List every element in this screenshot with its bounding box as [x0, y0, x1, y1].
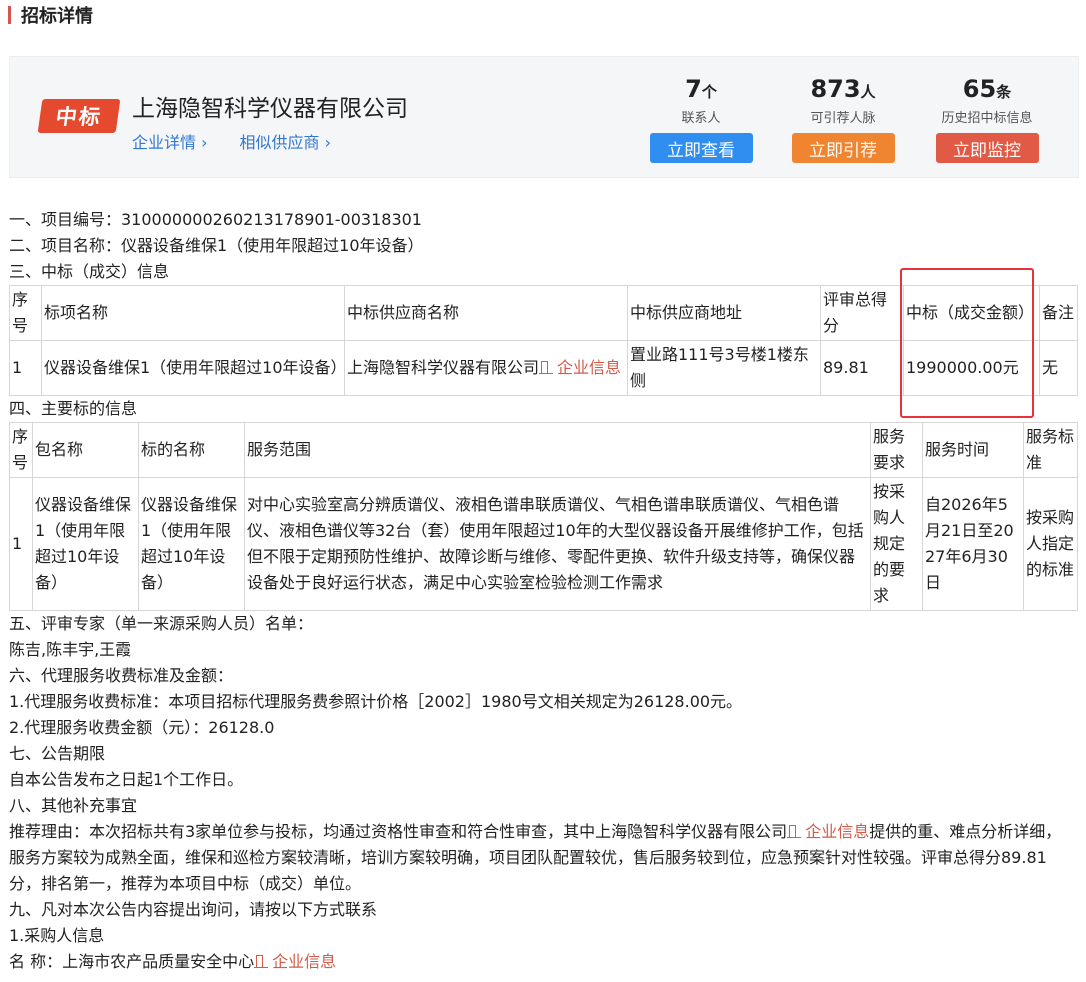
reason-text-pre: 推荐理由：本次招标共有3家单位参与投标，均通过资格性审查和符合性审查，其中上海隐…	[9, 822, 788, 841]
col-header: 序号	[9, 285, 42, 341]
stat-history-unit: 条	[996, 83, 1012, 101]
stat-history-label: 历史招中标信息	[941, 111, 1033, 126]
col-header: 包名称	[32, 422, 139, 478]
targets-table: 序号 包名称 标的名称 服务范围 服务要求 服务时间 服务标准 1 仪器设备维保…	[9, 422, 1078, 611]
cell-address: 置业路111号3号楼1楼东侧	[627, 340, 821, 396]
stat-network-label: 可引荐人脉	[810, 111, 876, 126]
col-header: 标的名称	[138, 422, 245, 478]
col-header: 备注	[1039, 285, 1078, 341]
expert-names: 陈吉,陈丰宇,王霞	[9, 640, 132, 659]
award-table: 序号 标项名称 中标供应商名称 中标供应商地址 评审总得分 中标（成交金额） 备…	[9, 285, 1078, 396]
cell-no: 1	[9, 477, 33, 611]
supplier-enterprise-link[interactable]: 企业信息	[539, 358, 621, 377]
view-now-button[interactable]: 立即查看	[649, 133, 753, 163]
buyer-name-line: 名 称：上海市农产品质量安全中心 企业信息	[9, 949, 1077, 975]
monitor-now-button[interactable]: 立即监控	[935, 133, 1039, 163]
project-number: 一、项目编号：310000000260213178901-00318301	[9, 210, 422, 229]
cell-remark: 无	[1039, 340, 1078, 396]
stat-contacts-label: 联系人	[681, 111, 721, 126]
section-experts: 五、评审专家（单一来源采购人员）名单：	[9, 614, 314, 633]
col-header: 评审总得分	[820, 285, 904, 341]
buyer-name: 名 称：上海市农产品质量安全中心	[9, 952, 255, 971]
company-detail-link[interactable]: 企业详情 ›	[132, 129, 208, 153]
cell-package: 仪器设备维保1（使用年限超过10年设备）	[32, 477, 139, 611]
building-icon	[539, 360, 554, 374]
section-contact: 九、凡对本次公告内容提出询问，请按以下方式联系	[9, 900, 378, 919]
page-header: 招标详情	[0, 0, 93, 30]
buyer-enterprise-link[interactable]: 企业信息	[254, 952, 336, 971]
cell-supplier: 上海隐智科学仪器有限公司 企业信息	[344, 340, 628, 396]
stat-network: 873人 可引荐人脉 立即引荐	[778, 75, 908, 163]
table-header-row: 序号 标项名称 中标供应商名称 中标供应商地址 评审总得分 中标（成交金额） 备…	[9, 285, 1078, 341]
section-other-matters: 八、其他补充事宜	[9, 796, 138, 815]
title-accent-bar	[8, 6, 11, 24]
reason-enterprise-link[interactable]: 企业信息	[787, 822, 869, 841]
col-header: 服务时间	[922, 422, 1024, 478]
col-header: 服务标准	[1023, 422, 1078, 478]
page-title: 招标详情	[21, 6, 93, 27]
cell-service-time: 自2026年5月21日至2027年6月30日	[922, 477, 1024, 611]
similar-suppliers-link[interactable]: 相似供应商 ›	[240, 129, 332, 153]
building-icon	[254, 954, 269, 968]
table-row: 1 仪器设备维保1（使用年限超过10年设备） 仪器设备维保1（使用年限超过10年…	[9, 477, 1078, 611]
recommendation-reason: 推荐理由：本次招标共有3家单位参与投标，均通过资格性审查和符合性审查，其中上海隐…	[9, 819, 1077, 897]
enterprise-link-label: 企业信息	[557, 358, 622, 377]
fee-standard: 1.代理服务收费标准：本项目招标代理服务费参照计价格［2002］1980号文相关…	[9, 692, 743, 711]
table-header-row: 序号 包名称 标的名称 服务范围 服务要求 服务时间 服务标准	[9, 422, 1078, 478]
company-links: 企业详情 › 相似供应商 ›	[132, 129, 331, 153]
section-main-targets: 四、主要标的信息	[9, 399, 138, 418]
cell-scope: 对中心实验室高分辨质谱仪、液相色谱串联质谱仪、气相色谱串联质谱仪、气相色谱仪、液…	[244, 477, 871, 611]
winner-card: 中标 上海隐智科学仪器有限公司 企业详情 › 相似供应商 › 7个 联系人 立即…	[9, 56, 1079, 178]
stat-history-value: 65	[962, 75, 997, 103]
stat-contacts: 7个 联系人 立即查看	[636, 75, 766, 163]
stat-network-unit: 人	[860, 83, 876, 101]
col-header: 服务范围	[244, 422, 871, 478]
cell-target: 仪器设备维保1（使用年限超过10年设备）	[138, 477, 245, 611]
stat-contacts-unit: 个	[701, 83, 717, 101]
col-header: 标项名称	[41, 285, 345, 341]
fee-amount: 2.代理服务收费金额（元）：26128.0	[9, 718, 275, 737]
notice-period: 自本公告发布之日起1个工作日。	[9, 770, 244, 789]
section-agency-fee: 六、代理服务收费标准及金额：	[9, 666, 234, 685]
stat-network-value: 873	[810, 75, 861, 103]
stat-history: 65条 历史招中标信息 立即监控	[922, 75, 1052, 163]
win-badge: 中标	[37, 99, 121, 133]
company-name[interactable]: 上海隐智科学仪器有限公司	[132, 89, 408, 123]
stat-contacts-value: 7	[685, 75, 702, 103]
project-name: 二、项目名称：仪器设备维保1（使用年限超过10年设备）	[9, 236, 424, 255]
section-award-info: 三、中标（成交）信息	[9, 262, 170, 281]
col-header: 中标供应商名称	[344, 285, 628, 341]
building-icon	[787, 824, 802, 838]
cell-no: 1	[9, 340, 42, 396]
cell-standard: 按采购人指定的标准	[1023, 477, 1078, 611]
cell-requirement: 按采购人规定的要求	[870, 477, 923, 611]
cell-score: 89.81	[820, 340, 904, 396]
supplier-name: 上海隐智科学仪器有限公司	[347, 358, 540, 377]
cell-amount: 1990000.00元	[903, 340, 1040, 396]
announcement-body: 一、项目编号：310000000260213178901-00318301 二、…	[9, 207, 1078, 975]
section-notice-period: 七、公告期限	[9, 744, 106, 763]
recommend-now-button[interactable]: 立即引荐	[791, 133, 895, 163]
enterprise-link-label: 企业信息	[272, 952, 337, 971]
col-header: 中标供应商地址	[627, 285, 821, 341]
cell-item-name: 仪器设备维保1（使用年限超过10年设备）	[41, 340, 347, 396]
col-header: 服务要求	[870, 422, 923, 478]
enterprise-link-label: 企业信息	[805, 822, 870, 841]
col-header: 中标（成交金额）	[903, 285, 1040, 341]
buyer-info-title: 1.采购人信息	[9, 926, 105, 945]
table-row: 1 仪器设备维保1（使用年限超过10年设备） 上海隐智科学仪器有限公司 企业信息 …	[9, 340, 1078, 396]
col-header: 序号	[9, 422, 33, 478]
